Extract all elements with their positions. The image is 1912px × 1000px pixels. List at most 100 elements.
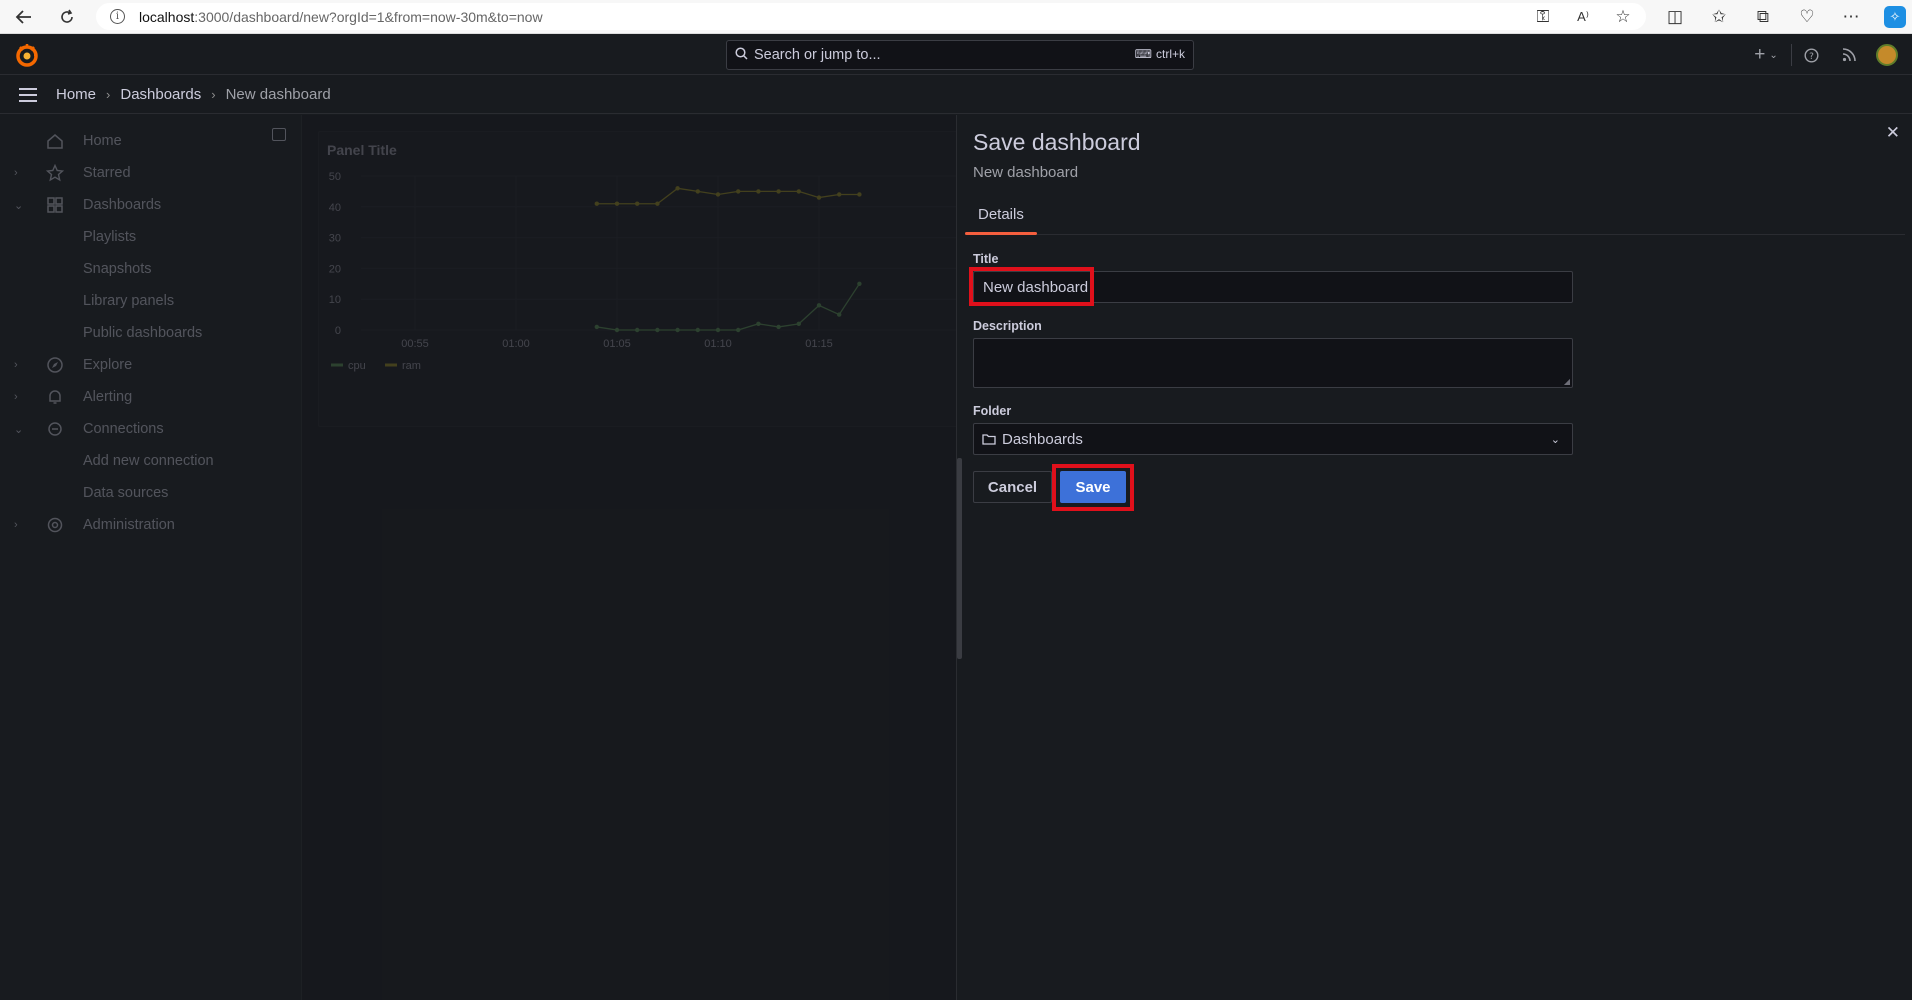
sidebar-item-explore[interactable]: › Explore — [0, 349, 300, 381]
star-icon — [45, 163, 65, 182]
drawer-resize-handle[interactable] — [957, 458, 962, 659]
sidebar-item-label: Home — [83, 133, 122, 149]
folder-icon — [982, 433, 996, 445]
keyboard-icon: ⌨ — [1134, 47, 1152, 61]
sidebar-item-add-new-connection[interactable]: Add new connection — [0, 445, 300, 477]
sidebar-item-alerting[interactable]: › Alerting — [0, 381, 300, 413]
description-label: Description — [973, 319, 1042, 333]
site-info-icon[interactable]: i — [110, 9, 125, 24]
nav-sidebar: Home › Starred ⌄ Dashboards Playlists Sn… — [0, 115, 302, 1000]
collections-icon[interactable]: ⧉ — [1752, 6, 1774, 28]
address-bar-actions: ⚿ A⁾ ☆ — [1532, 6, 1634, 28]
url-path: :3000/dashboard/new?orgId=1&from=now-30m… — [194, 8, 543, 25]
search-shortcut-label: ctrl+k — [1155, 47, 1185, 61]
save-dashboard-drawer: ✕ Save dashboard New dashboard Details T… — [956, 115, 1912, 1000]
drawer-tabs: Details — [965, 193, 1905, 235]
home-icon — [46, 132, 64, 150]
sidebar-item-label: Snapshots — [83, 261, 152, 277]
folder-label: Folder — [973, 404, 1012, 418]
search-placeholder: Search or jump to... — [754, 47, 881, 63]
browser-essentials-icon[interactable]: ♡ — [1796, 6, 1818, 28]
sidebar-item-label: Public dashboards — [83, 325, 203, 341]
add-new-icon[interactable]: + ⌄ — [1741, 35, 1791, 75]
breadcrumb-dashboards[interactable]: Dashboards — [120, 86, 201, 103]
tab-label: Details — [978, 205, 1024, 223]
sidebar-item-data-sources[interactable]: Data sources — [0, 477, 300, 509]
tab-details[interactable]: Details — [965, 193, 1037, 235]
search-input[interactable]: Search or jump to... ⌨ ctrl+k — [726, 40, 1194, 70]
tab-active-indicator — [965, 232, 1037, 235]
sidebar-item-snapshots[interactable]: Snapshots — [0, 253, 300, 285]
chevron-right-icon[interactable]: › — [14, 391, 18, 403]
grafana-logo-icon[interactable] — [14, 42, 40, 68]
sidebar-item-label: Alerting — [83, 389, 133, 405]
search-icon — [735, 46, 748, 64]
svg-text:?: ? — [1809, 52, 1814, 62]
breadcrumb: Home › Dashboards › New dashboard — [0, 76, 1912, 114]
read-aloud-icon[interactable]: A⁾ — [1572, 6, 1594, 28]
sidebar-item-label: Library panels — [83, 293, 175, 309]
plug-icon — [46, 420, 64, 438]
cog-icon — [46, 516, 64, 534]
favorite-star-icon[interactable]: ☆ — [1612, 6, 1634, 28]
browser-toolbar-right: ◫ ✩ ⧉ ♡ ⋯ ✧ — [1664, 6, 1906, 28]
chevron-right-icon[interactable]: › — [14, 519, 18, 531]
sidebar-item-library-panels[interactable]: Library panels — [0, 285, 300, 317]
sidebar-item-label: Data sources — [83, 485, 169, 501]
browser-toolbar: i localhost:3000/dashboard/new?orgId=1&f… — [0, 0, 1912, 34]
more-icon[interactable]: ⋯ — [1840, 6, 1862, 28]
split-screen-icon[interactable]: ◫ — [1664, 6, 1686, 28]
description-field[interactable]: ◢ — [973, 338, 1573, 388]
sidebar-item-label: Explore — [83, 357, 133, 373]
chevron-right-icon: › — [106, 87, 111, 102]
sidebar-item-playlists[interactable]: Playlists — [0, 221, 300, 253]
sidebar-item-starred[interactable]: › Starred — [0, 157, 300, 189]
sidebar-item-dashboards[interactable]: ⌄ Dashboards — [0, 189, 300, 221]
user-avatar[interactable] — [1876, 44, 1898, 66]
chevron-down-icon[interactable]: ⌄ — [14, 423, 23, 436]
breadcrumb-current: New dashboard — [225, 86, 331, 103]
sidebar-item-label: Starred — [83, 165, 131, 181]
key-icon[interactable]: ⚿ — [1532, 6, 1554, 28]
close-icon[interactable]: ✕ — [1886, 123, 1900, 143]
back-icon[interactable] — [13, 6, 35, 28]
chevron-down-icon[interactable]: ⌄ — [14, 199, 23, 212]
resize-grip-icon[interactable]: ◢ — [1564, 377, 1570, 386]
chevron-right-icon[interactable]: › — [14, 167, 18, 179]
breadcrumb-home[interactable]: Home — [56, 86, 96, 103]
sidebar-item-label: Dashboards — [83, 197, 162, 213]
compass-icon — [46, 356, 64, 374]
bell-icon — [46, 388, 64, 406]
title-label: Title — [973, 252, 999, 266]
grafana-topbar: Search or jump to... ⌨ ctrl+k + ⌄ ? — [0, 35, 1912, 75]
sidebar-item-administration[interactable]: › Administration — [0, 509, 300, 541]
folder-value: Dashboards — [1002, 430, 1083, 448]
menu-toggle-icon[interactable] — [0, 87, 56, 103]
address-bar[interactable]: i localhost:3000/dashboard/new?orgId=1&f… — [96, 3, 1646, 30]
cancel-button[interactable]: Cancel — [973, 471, 1052, 503]
news-rss-icon[interactable] — [1830, 35, 1868, 75]
sidebar-item-connections[interactable]: ⌄ Connections — [0, 413, 300, 445]
chevron-right-icon: › — [211, 87, 216, 102]
drawer-subtitle: New dashboard — [973, 164, 1079, 181]
sidebar-item-label: Playlists — [83, 229, 137, 245]
reload-icon[interactable] — [56, 6, 78, 28]
drawer-backdrop[interactable] — [302, 115, 957, 1000]
help-icon[interactable]: ? — [1792, 35, 1830, 75]
copilot-icon[interactable]: ✧ — [1884, 6, 1906, 28]
search-shortcut: ⌨ ctrl+k — [1135, 47, 1185, 61]
highlight-box — [969, 267, 1094, 306]
sidebar-item-home[interactable]: Home — [0, 125, 300, 157]
favorites-icon[interactable]: ✩ — [1708, 6, 1730, 28]
url-host: localhost — [139, 8, 195, 25]
sidebar-item-label: Add new connection — [83, 453, 214, 469]
sidebar-item-public-dashboards[interactable]: Public dashboards — [0, 317, 300, 349]
drawer-title: Save dashboard — [973, 129, 1141, 155]
chevron-down-icon: ⌄ — [1550, 434, 1560, 446]
highlight-box — [1052, 464, 1134, 511]
topbar-actions: + ⌄ ? — [1741, 35, 1912, 75]
chevron-right-icon[interactable]: › — [14, 359, 18, 371]
sidebar-item-label: Administration — [83, 517, 175, 533]
sidebar-item-label: Connections — [83, 421, 164, 437]
folder-select[interactable]: Dashboards ⌄ — [973, 423, 1573, 455]
